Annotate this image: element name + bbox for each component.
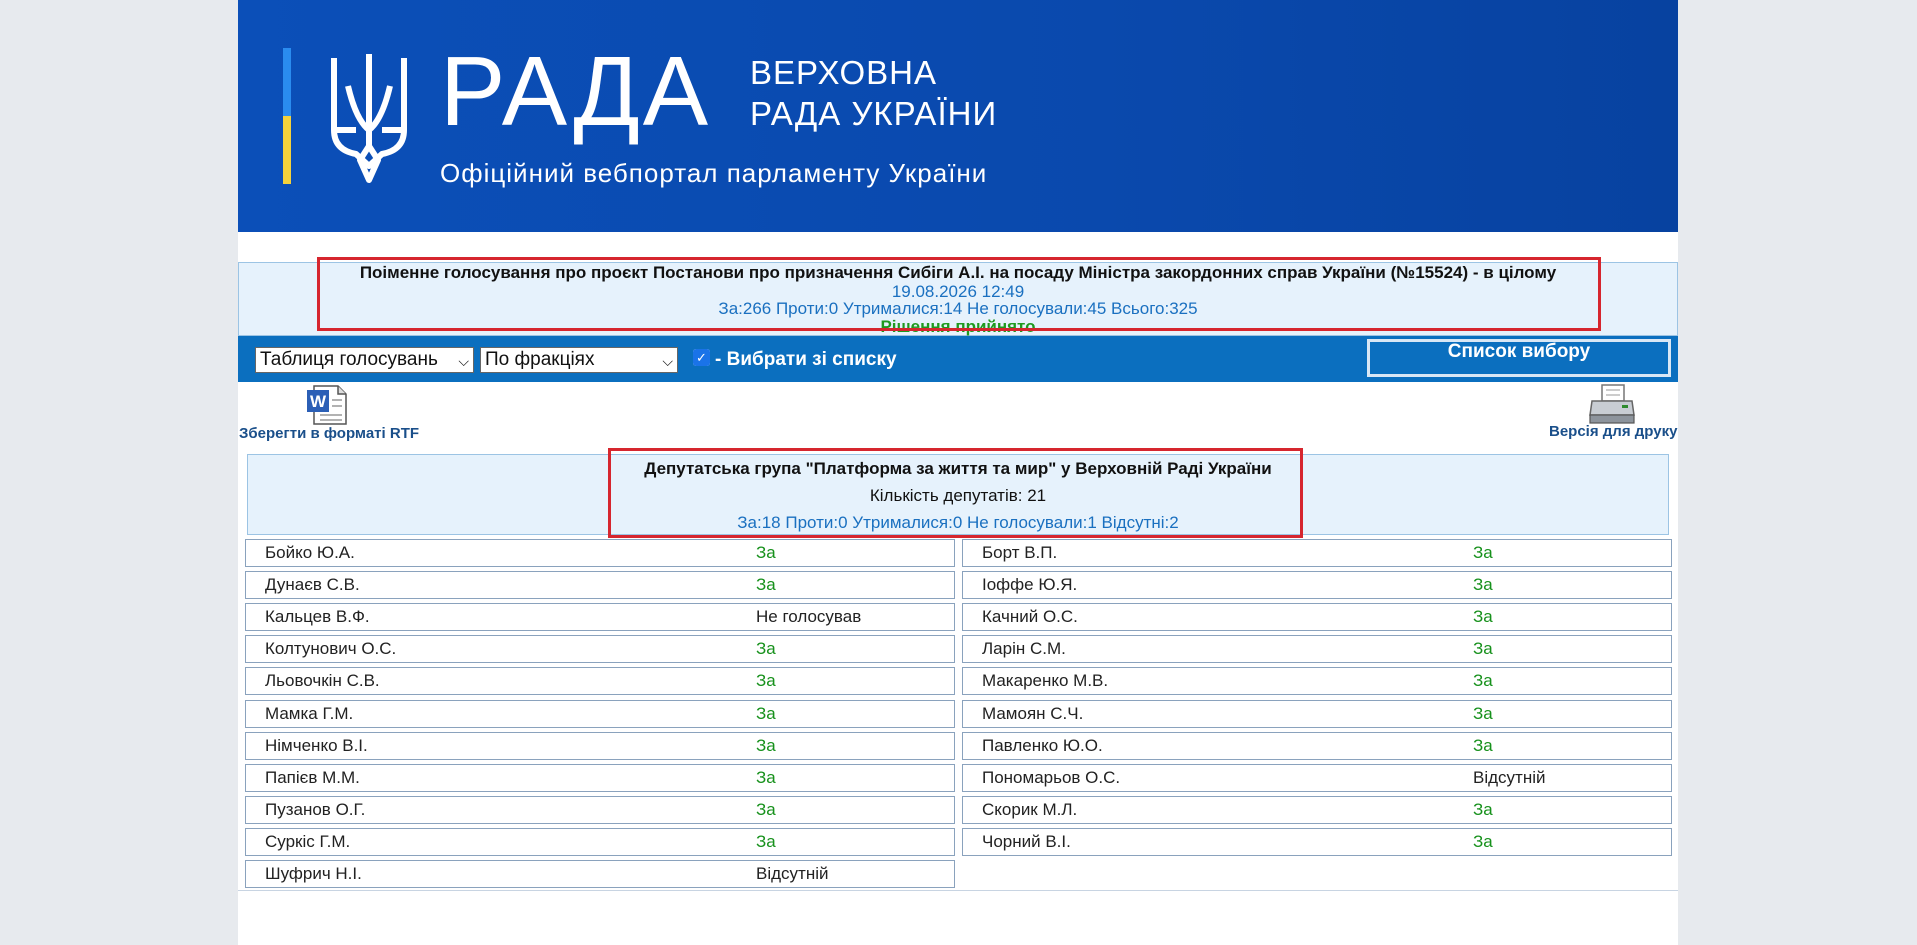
chevron-down-icon: ⌵	[662, 353, 673, 369]
deputy-name: Пузанов О.Г.	[265, 800, 366, 819]
deputy-name: Макаренко М.В.	[982, 671, 1109, 690]
deputy-vote: За	[1473, 671, 1493, 690]
print-version-link[interactable]: Версія для друку	[1549, 423, 1677, 440]
deputy-vote: За	[1473, 607, 1493, 626]
deputy-vote: За	[756, 832, 776, 851]
deputy-vote: За	[1473, 800, 1493, 819]
page: РАДА ВЕРХОВНА РАДА УКРАЇНИ Офіційний веб…	[238, 0, 1678, 945]
deputy-vote: Відсутній	[756, 864, 829, 883]
deputy-vote: Не голосував	[756, 607, 862, 626]
deputy-name: Шуфрич Н.І.	[265, 864, 362, 883]
deputy-name: Скорик М.Л.	[982, 800, 1078, 819]
highlight-frame-faction	[608, 448, 1303, 538]
word-document-icon[interactable]: W	[306, 384, 350, 426]
deputy-row: Папієв М.М. За	[245, 764, 955, 792]
flag-bar	[283, 48, 291, 184]
trident-icon	[331, 54, 407, 183]
deputy-name: Суркіс Г.М.	[265, 832, 351, 851]
deputy-row: Іоффе Ю.Я. За	[962, 571, 1672, 599]
deputy-name: Мамоян С.Ч.	[982, 704, 1084, 723]
deputy-vote: Відсутній	[1473, 768, 1546, 787]
chevron-down-icon: ⌵	[458, 353, 469, 369]
deputy-name: Бойко Ю.А.	[265, 543, 355, 562]
deputy-row: Мамка Г.М. За	[245, 700, 955, 728]
deputy-vote: За	[756, 736, 776, 755]
deputy-row: Льовочкін С.В. За	[245, 667, 955, 695]
deputy-row: Мамоян С.Ч. За	[962, 700, 1672, 728]
deputy-name: Чорний В.І.	[982, 832, 1071, 851]
group-select[interactable]: По фракціях ⌵	[480, 347, 678, 373]
deputy-vote: За	[756, 639, 776, 658]
deputy-row: Шуфрич Н.І. Відсутній	[245, 860, 955, 888]
deputy-vote: За	[1473, 704, 1493, 723]
checkmark-icon: ✓	[693, 349, 710, 366]
divider	[238, 890, 1678, 891]
deputy-vote: За	[1473, 639, 1493, 658]
deputy-name: Павленко Ю.О.	[982, 736, 1103, 755]
deputy-row: Макаренко М.В. За	[962, 667, 1672, 695]
deputy-name: Німченко В.І.	[265, 736, 368, 755]
deputy-vote: За	[1473, 543, 1493, 562]
deputy-name: Борт В.П.	[982, 543, 1058, 562]
logo-subtitle-2: РАДА УКРАЇНИ	[750, 95, 998, 132]
deputy-row: Качний О.С. За	[962, 603, 1672, 631]
deputy-row: Дунаєв С.В. За	[245, 571, 955, 599]
toolbar: Таблиця голосувань ⌵ По фракціях ⌵ ✓ - В…	[238, 336, 1678, 382]
choice-list-button[interactable]: Список вибору	[1367, 339, 1671, 377]
deputy-row: Пузанов О.Г. За	[245, 796, 955, 824]
deputy-row: Борт В.П. За	[962, 539, 1672, 567]
deputy-row: Суркіс Г.М. За	[245, 828, 955, 856]
logo-subtitle-1: ВЕРХОВНА	[750, 54, 937, 91]
deputy-vote: За	[1473, 832, 1493, 851]
deputy-vote: За	[756, 800, 776, 819]
select-from-list-checkbox[interactable]: ✓	[693, 349, 710, 366]
deputy-row: Скорик М.Л. За	[962, 796, 1672, 824]
deputy-vote: За	[1473, 736, 1493, 755]
deputy-name: Пономарьов О.С.	[982, 768, 1121, 787]
printer-icon[interactable]	[1588, 383, 1636, 425]
deputy-row: Кальцев В.Ф. Не голосував	[245, 603, 955, 631]
view-select-value: Таблиця голосувань	[260, 349, 438, 370]
deputy-vote: За	[756, 671, 776, 690]
highlight-frame-vote	[317, 257, 1601, 331]
deputy-row: Ларін С.М. За	[962, 635, 1672, 663]
deputy-vote: За	[756, 768, 776, 787]
deputy-row: Бойко Ю.А. За	[245, 539, 955, 567]
deputy-row: Пономарьов О.С. Відсутній	[962, 764, 1672, 792]
deputy-name: Іоффе Ю.Я.	[982, 575, 1078, 594]
deputy-row: Чорний В.І. За	[962, 828, 1672, 856]
svg-text:W: W	[310, 392, 327, 411]
logo-title: РАДА	[440, 36, 712, 146]
deputy-row: Колтунович О.С. За	[245, 635, 955, 663]
deputy-name: Папієв М.М.	[265, 768, 360, 787]
group-select-value: По фракціях	[485, 349, 595, 370]
deputy-name: Дунаєв С.В.	[265, 575, 360, 594]
deputy-vote: За	[756, 543, 776, 562]
deputy-row: Німченко В.І. За	[245, 732, 955, 760]
deputy-name: Ларін С.М.	[982, 639, 1066, 658]
site-tagline: Офіційний вебпортал парламенту України	[440, 158, 988, 188]
deputy-name: Мамка Г.М.	[265, 704, 354, 723]
deputy-name: Колтунович О.С.	[265, 639, 397, 658]
view-select[interactable]: Таблиця голосувань ⌵	[255, 347, 474, 373]
deputy-vote: За	[756, 704, 776, 723]
deputy-vote: За	[1473, 575, 1493, 594]
deputy-name: Качний О.С.	[982, 607, 1078, 626]
deputy-vote: За	[756, 575, 776, 594]
select-from-list-label[interactable]: - Вибрати зі списку	[715, 349, 897, 371]
deputy-name: Льовочкін С.В.	[265, 671, 380, 690]
save-rtf-link[interactable]: Зберегти в форматі RTF	[239, 425, 419, 442]
deputy-row: Павленко Ю.О. За	[962, 732, 1672, 760]
site-header: РАДА ВЕРХОВНА РАДА УКРАЇНИ Офіційний веб…	[238, 0, 1678, 232]
deputy-name: Кальцев В.Ф.	[265, 607, 370, 626]
